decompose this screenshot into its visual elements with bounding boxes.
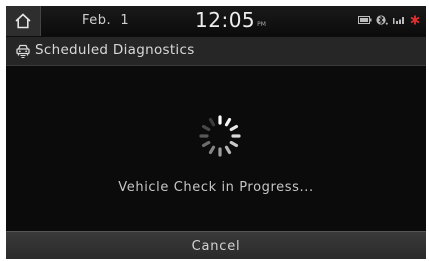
- status-bar: Feb. 1 12:05 PM: [6, 6, 426, 36]
- alert-icon: [410, 15, 420, 25]
- car-diagnostics-icon: [16, 44, 30, 59]
- progress-status-text: Vehicle Check in Progress...: [118, 180, 314, 195]
- status-time: 12:05: [195, 8, 256, 32]
- home-button[interactable]: [6, 6, 41, 36]
- status-ampm: PM: [257, 21, 266, 28]
- cancel-button[interactable]: Cancel: [6, 231, 426, 259]
- battery-icon: [358, 16, 372, 24]
- page-title: Scheduled Diagnostics: [35, 42, 195, 58]
- status-icons: [358, 15, 420, 25]
- home-icon: [15, 13, 31, 29]
- diagnostics-screen: Feb. 1 12:05 PM Scheduled Diagnostics Ve…: [6, 6, 426, 259]
- title-bar: Scheduled Diagnostics: [6, 37, 426, 66]
- cancel-button-label: Cancel: [191, 238, 241, 254]
- loading-spinner-icon: [199, 115, 241, 157]
- main-content: Vehicle Check in Progress...: [6, 66, 426, 231]
- signal-icon: [393, 17, 404, 24]
- status-date: Feb. 1: [82, 13, 130, 28]
- bluetooth-icon: [376, 15, 388, 25]
- status-clock: 12:05 PM: [195, 8, 266, 32]
